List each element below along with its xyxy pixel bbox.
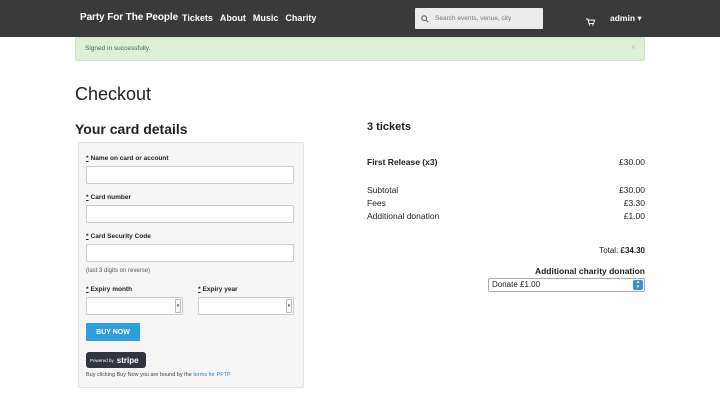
search-input[interactable] xyxy=(435,15,535,22)
required-mark: * xyxy=(198,286,201,293)
subtotal-row: Subtotal £30.00 xyxy=(367,185,645,195)
donation-row: Additional donation £1.00 xyxy=(367,211,645,221)
expiry-year-label: * Expiry year xyxy=(198,286,238,293)
line-item-value: £30.00 xyxy=(619,157,645,167)
card-number-input[interactable] xyxy=(86,205,294,223)
fees-label: Fees xyxy=(367,198,386,208)
terms-prefix: Buy clicking Buy Now you are bound by th… xyxy=(86,372,194,378)
nav-links: Tickets About Music Charity xyxy=(182,13,316,23)
name-label: * Name on card or account xyxy=(86,155,169,162)
success-alert: Signed in successfully. × xyxy=(75,37,645,61)
required-mark: * xyxy=(86,194,89,201)
cvc-input[interactable] xyxy=(86,244,294,262)
select-arrows-icon: ▴ ▾ xyxy=(633,280,643,290)
search-box[interactable] xyxy=(415,8,543,29)
close-icon[interactable]: × xyxy=(631,42,636,52)
card-number-label: * Card number xyxy=(86,194,131,201)
subtotal-value: £30.00 xyxy=(619,185,645,195)
total-value: £34.30 xyxy=(620,246,645,255)
charity-donation-select[interactable]: Donate £1.00 ▴ ▾ xyxy=(488,278,645,292)
nav-tickets[interactable]: Tickets xyxy=(182,13,213,23)
cvc-label-text: Card Security Code xyxy=(90,233,151,240)
nav-music[interactable]: Music xyxy=(253,13,279,23)
card-details-title: Your card details xyxy=(75,121,188,137)
page-title: Checkout xyxy=(75,84,152,104)
nav-charity[interactable]: Charity xyxy=(285,13,316,23)
required-mark: * xyxy=(86,286,89,293)
user-menu[interactable]: admin ▾ xyxy=(610,13,642,24)
charity-donation-value: Donate £1.00 xyxy=(492,280,541,289)
stripe-logo: stripe xyxy=(116,355,139,365)
navbar: Party For The People Tickets About Music… xyxy=(0,0,720,37)
subtotal-label: Subtotal xyxy=(367,185,399,195)
total-label: Total: xyxy=(599,246,621,255)
chevron-down-icon: ▾ xyxy=(175,299,181,313)
terms-link[interactable]: terms for PFTP xyxy=(193,372,230,378)
stripe-powered-by: Powered by xyxy=(90,357,114,363)
chevron-down-icon: ▾ xyxy=(286,299,292,313)
alert-message: Signed in successfully. xyxy=(85,45,151,52)
fees-value: £3.30 xyxy=(623,198,645,208)
card-form: * Name on card or account * Card number * C… xyxy=(78,142,304,388)
cvc-label: * Card Security Code xyxy=(86,233,151,240)
line-item-row: First Release (x3) £30.00 xyxy=(367,157,645,167)
terms-text: Buy clicking Buy Now you are bound by th… xyxy=(86,372,231,378)
cvc-hint: (last 3 digits on reverse) xyxy=(86,268,151,274)
donation-value: £1.00 xyxy=(623,211,645,221)
line-item-label: First Release (x3) xyxy=(367,157,438,167)
required-mark: * xyxy=(86,155,89,162)
name-input[interactable] xyxy=(86,166,294,184)
expiry-month-select[interactable]: ▾ xyxy=(86,297,183,315)
expiry-month-label-text: Expiry month xyxy=(90,286,133,293)
name-label-text: Name on card or account xyxy=(90,155,169,162)
search-icon xyxy=(415,14,435,23)
expiry-year-select[interactable]: ▾ xyxy=(198,297,294,315)
donation-label: Additional donation xyxy=(367,211,440,221)
expiry-year-label-text: Expiry year xyxy=(202,286,238,293)
expiry-month-label: * Expiry month xyxy=(86,286,132,293)
buy-now-button[interactable]: BUY NOW xyxy=(86,323,140,341)
required-mark: * xyxy=(86,233,89,240)
order-total: Total: £34.30 xyxy=(599,246,645,255)
charity-donation-title: Additional charity donation xyxy=(534,266,645,276)
order-summary-title: 3 tickets xyxy=(367,121,412,133)
card-number-label-text: Card number xyxy=(90,194,131,201)
cart-icon[interactable] xyxy=(586,13,596,31)
brand-link[interactable]: Party For The People xyxy=(80,12,178,23)
stripe-badge[interactable]: Powered by stripe xyxy=(86,352,146,368)
fees-row: Fees £3.30 xyxy=(367,198,645,208)
nav-about[interactable]: About xyxy=(220,13,246,23)
